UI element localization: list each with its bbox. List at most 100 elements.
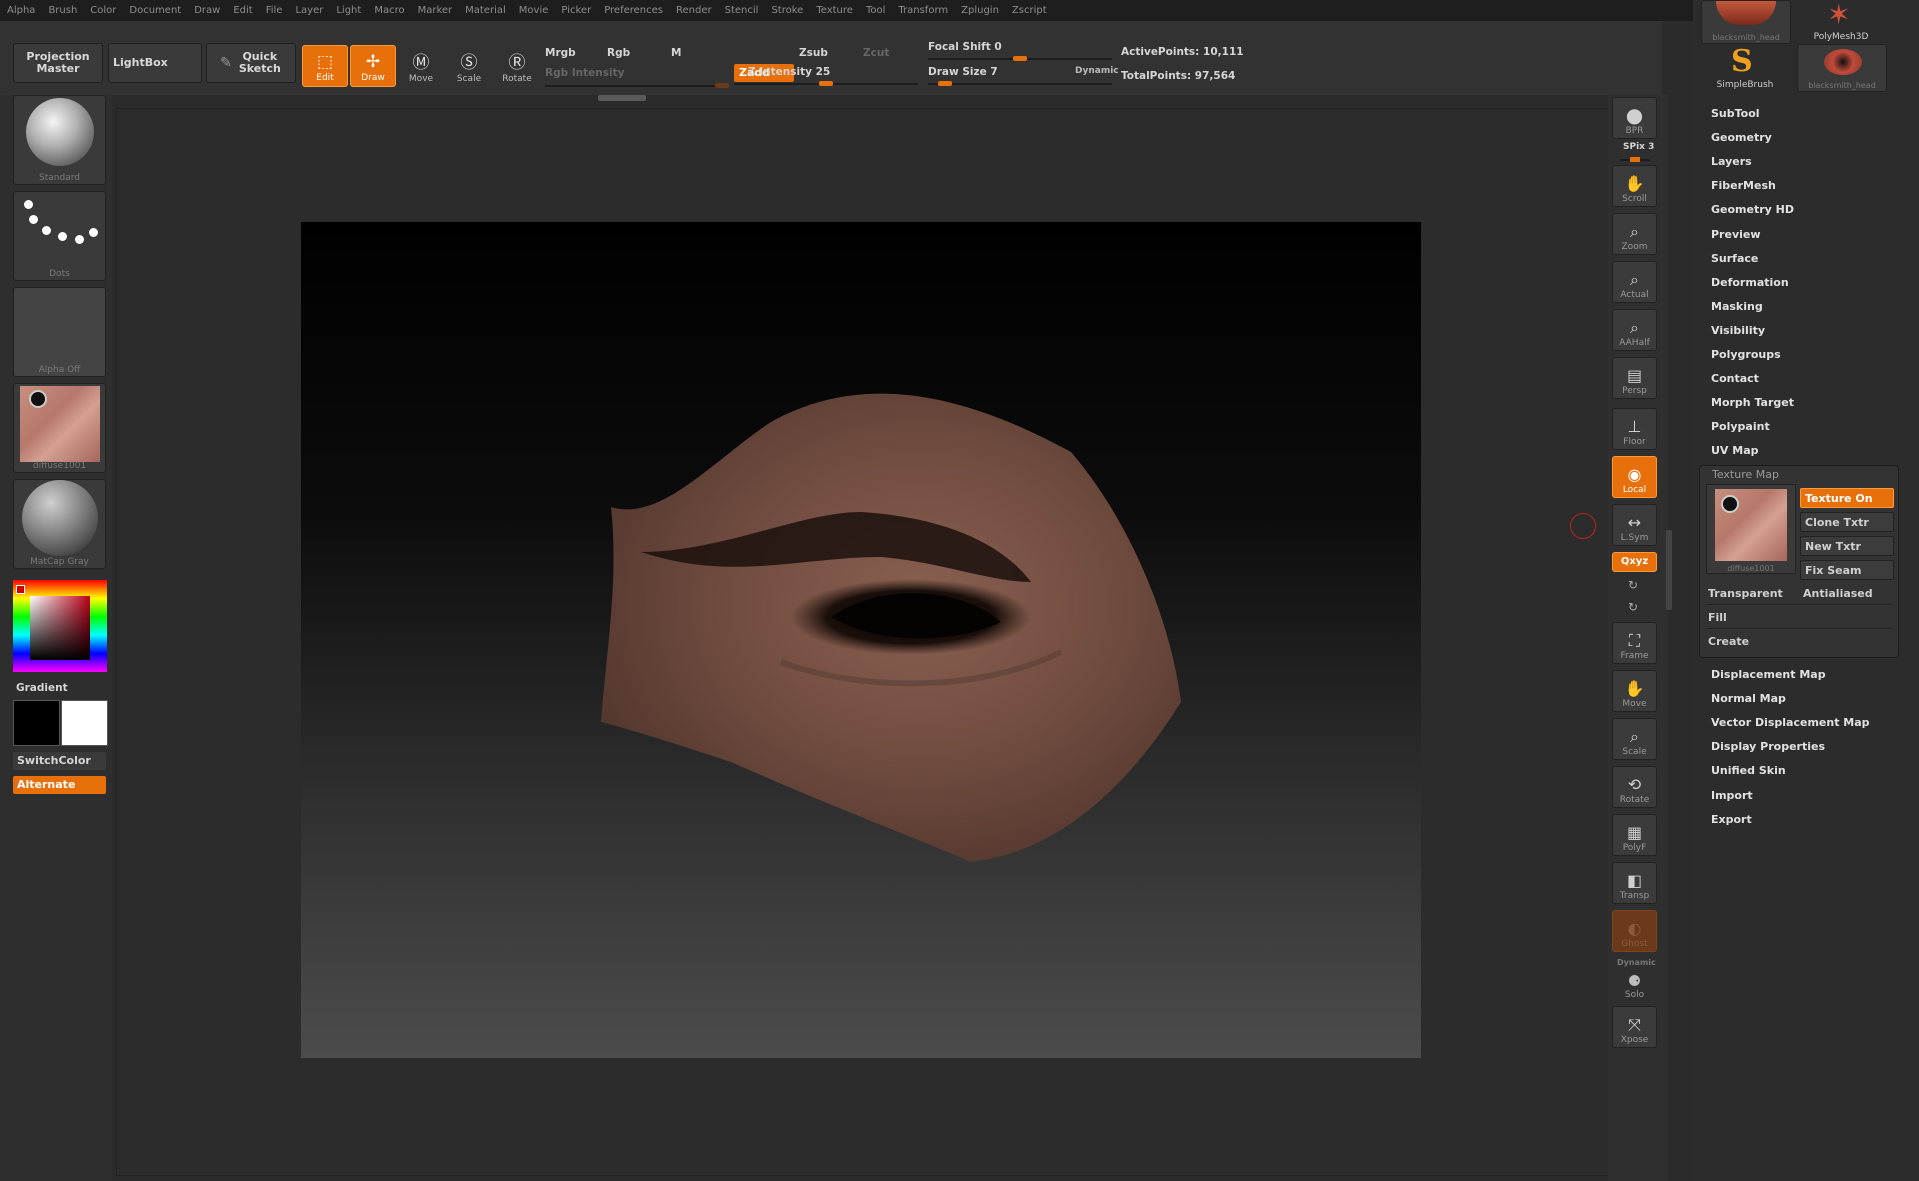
tool-menu-normal-map[interactable]: Normal Map: [1711, 692, 1786, 705]
view-move-button[interactable]: ✋ Move: [1612, 670, 1657, 712]
move-button[interactable]: Ⓜ Move: [398, 45, 444, 87]
z-intensity-knob[interactable]: [819, 81, 833, 86]
projection-master-button[interactable]: Projection Master: [13, 43, 103, 83]
view-scale-button[interactable]: ⌕ Scale: [1612, 718, 1657, 760]
tool-menu-preview[interactable]: Preview: [1711, 228, 1761, 241]
switch-color-button[interactable]: SwitchColor: [13, 752, 106, 770]
menu-preferences[interactable]: Preferences: [597, 5, 669, 16]
menu-file[interactable]: File: [259, 5, 289, 16]
rotate-z-icon[interactable]: ↻: [1628, 600, 1638, 614]
rgb-intensity-knob[interactable]: [715, 83, 729, 88]
scale-button[interactable]: Ⓢ Scale: [446, 45, 492, 87]
menu-color[interactable]: Color: [83, 5, 122, 16]
rgb-intensity-slider-label[interactable]: Rgb Intensity: [545, 67, 624, 79]
tool-menu-polypaint[interactable]: Polypaint: [1711, 420, 1770, 433]
menu-material[interactable]: Material: [458, 5, 512, 16]
clone-txtr-button[interactable]: Clone Txtr: [1800, 512, 1894, 532]
polyf-button[interactable]: ▦ PolyF: [1612, 814, 1657, 856]
tool-menu-display-properties[interactable]: Display Properties: [1711, 740, 1825, 753]
tool-thumb-simplebrush[interactable]: S SimpleBrush: [1701, 44, 1789, 90]
alpha-selector[interactable]: Alpha Off: [13, 287, 106, 377]
palette-splitter[interactable]: [1666, 530, 1672, 610]
menu-picker[interactable]: Picker: [554, 5, 597, 16]
menu-layer[interactable]: Layer: [288, 5, 329, 16]
lsym-button[interactable]: ↔ L.Sym: [1612, 504, 1657, 546]
color-picker[interactable]: [13, 580, 107, 672]
floor-button[interactable]: ⊥ Floor: [1612, 408, 1657, 450]
rgb-intensity-slider[interactable]: [545, 83, 729, 88]
secondary-color-swatch[interactable]: [61, 700, 108, 746]
menu-light[interactable]: Light: [329, 5, 367, 16]
menu-movie[interactable]: Movie: [512, 5, 555, 16]
ghost-button[interactable]: ◐ Ghost: [1612, 910, 1657, 952]
tool-menu-visibility[interactable]: Visibility: [1711, 324, 1765, 337]
color-sv-square[interactable]: [30, 596, 90, 660]
xyz-toggle[interactable]: Qxyz: [1612, 552, 1657, 572]
tool-menu-subtool[interactable]: SubTool: [1711, 107, 1760, 120]
material-selector[interactable]: MatCap Gray: [13, 479, 106, 569]
menu-zscript[interactable]: Zscript: [1005, 5, 1053, 16]
draw-size-slider-label[interactable]: Draw Size 7: [928, 66, 998, 78]
texture-map-title[interactable]: Texture Map: [1712, 468, 1779, 481]
texture-map-thumb[interactable]: diffuse1001: [1706, 484, 1796, 574]
draw-size-knob[interactable]: [938, 81, 952, 86]
zcut-toggle[interactable]: Zcut: [863, 47, 889, 59]
tool-menu-geometry-hd[interactable]: Geometry HD: [1711, 203, 1794, 216]
quick-sketch-button[interactable]: ✎ Quick Sketch: [206, 43, 296, 83]
shelf-scroll-handle[interactable]: [598, 95, 646, 101]
spix-knob[interactable]: [1630, 157, 1640, 162]
menu-marker[interactable]: Marker: [411, 5, 459, 16]
scroll-button[interactable]: ✋ Scroll: [1612, 165, 1657, 207]
tool-thumb-polymesh3d[interactable]: ✶ PolyMesh3D: [1797, 0, 1885, 42]
rotate-y-icon[interactable]: ↻: [1628, 578, 1638, 592]
zoom-button[interactable]: ⌕ Zoom: [1612, 213, 1657, 255]
spix-track[interactable]: [1620, 157, 1650, 162]
tool-menu-export[interactable]: Export: [1711, 813, 1752, 826]
draw-size-slider[interactable]: [928, 81, 1112, 86]
tool-menu-vector-displacement-map[interactable]: Vector Displacement Map: [1711, 716, 1870, 729]
menu-draw[interactable]: Draw: [187, 5, 226, 16]
frame-button[interactable]: ⛶ Frame: [1612, 622, 1657, 664]
menu-brush[interactable]: Brush: [41, 5, 83, 16]
antialiased-toggle[interactable]: Antialiased: [1803, 587, 1873, 600]
tool-menu-surface[interactable]: Surface: [1711, 252, 1758, 265]
tool-menu-displacement-map[interactable]: Displacement Map: [1711, 668, 1826, 681]
m-toggle[interactable]: M: [671, 47, 681, 59]
texture-on-button[interactable]: Texture On: [1800, 488, 1894, 508]
stroke-selector[interactable]: Dots: [13, 191, 106, 281]
tool-menu-masking[interactable]: Masking: [1711, 300, 1763, 313]
aahalf-button[interactable]: ⌕ AAHalf: [1612, 309, 1657, 351]
zsub-toggle[interactable]: Zsub: [799, 47, 828, 59]
view-rotate-button[interactable]: ⟲ Rotate: [1612, 766, 1657, 808]
focal-shift-slider-label[interactable]: Focal Shift 0: [928, 41, 1002, 53]
edit-button[interactable]: ⬚ Edit: [302, 45, 348, 87]
tool-menu-polygroups[interactable]: Polygroups: [1711, 348, 1781, 361]
xpose-button[interactable]: ⤧ Xpose: [1612, 1006, 1657, 1048]
transparent-toggle[interactable]: Transparent: [1708, 587, 1783, 600]
alternate-button[interactable]: Alternate: [13, 776, 106, 794]
create-button[interactable]: Create: [1708, 635, 1749, 648]
local-button[interactable]: ◉ Local: [1612, 456, 1657, 498]
menu-alpha[interactable]: Alpha: [0, 5, 41, 16]
rotate-button[interactable]: Ⓡ Rotate: [494, 45, 540, 87]
tool-menu-uv-map[interactable]: UV Map: [1711, 444, 1759, 457]
transp-button[interactable]: ◧ Transp: [1612, 862, 1657, 904]
primary-color-swatch[interactable]: [13, 700, 60, 746]
menu-zplugin[interactable]: Zplugin: [954, 5, 1005, 16]
persp-button[interactable]: ▤ Persp: [1612, 357, 1657, 399]
tool-menu-import[interactable]: Import: [1711, 789, 1753, 802]
tool-thumb-blacksmith-head-1[interactable]: blacksmith_head: [1701, 0, 1791, 44]
tool-menu-contact[interactable]: Contact: [1711, 372, 1759, 385]
tool-thumb-blacksmith-head-2[interactable]: blacksmith_head: [1797, 44, 1887, 92]
tool-menu-layers[interactable]: Layers: [1711, 155, 1752, 168]
menu-edit[interactable]: Edit: [226, 5, 258, 16]
menu-transform[interactable]: Transform: [891, 5, 954, 16]
tool-menu-unified-skin[interactable]: Unified Skin: [1711, 764, 1786, 777]
new-txtr-button[interactable]: New Txtr: [1800, 536, 1894, 556]
fix-seam-button[interactable]: Fix Seam: [1800, 560, 1894, 580]
menu-stroke[interactable]: Stroke: [764, 5, 809, 16]
tool-menu-geometry[interactable]: Geometry: [1711, 131, 1772, 144]
brush-selector[interactable]: Standard: [13, 95, 106, 185]
rgb-toggle[interactable]: Rgb: [607, 47, 630, 59]
gradient-label[interactable]: Gradient: [16, 682, 68, 694]
